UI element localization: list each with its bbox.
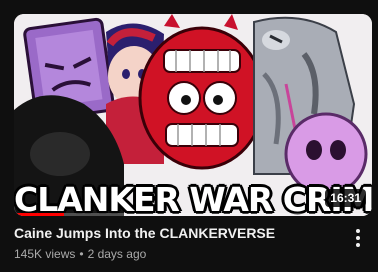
more-vertical-icon[interactable] — [348, 226, 368, 250]
watch-progress-fill — [14, 213, 65, 216]
video-thumbnail[interactable]: CLANKER WAR CRIMES 16:31 — [14, 14, 372, 216]
watch-progress-bar — [14, 213, 372, 216]
menu-dot — [356, 243, 360, 247]
menu-dot — [356, 236, 360, 240]
view-count: 145K views — [14, 247, 76, 261]
video-meta: Caine Jumps Into the CLANKERVERSE 145K v… — [14, 224, 334, 262]
video-title[interactable]: Caine Jumps Into the CLANKERVERSE — [14, 224, 334, 242]
thumbnail-text: CLANKER WAR CRIMES — [14, 180, 372, 217]
duration-badge: 16:31 — [325, 189, 366, 207]
video-stats: 145K views • 2 days ago — [14, 246, 334, 262]
video-card[interactable]: CLANKER WAR CRIMES 16:31 Caine Jumps Int… — [0, 0, 378, 272]
menu-dot — [356, 229, 360, 233]
publish-date: 2 days ago — [87, 247, 147, 261]
meta-separator: • — [79, 247, 84, 261]
